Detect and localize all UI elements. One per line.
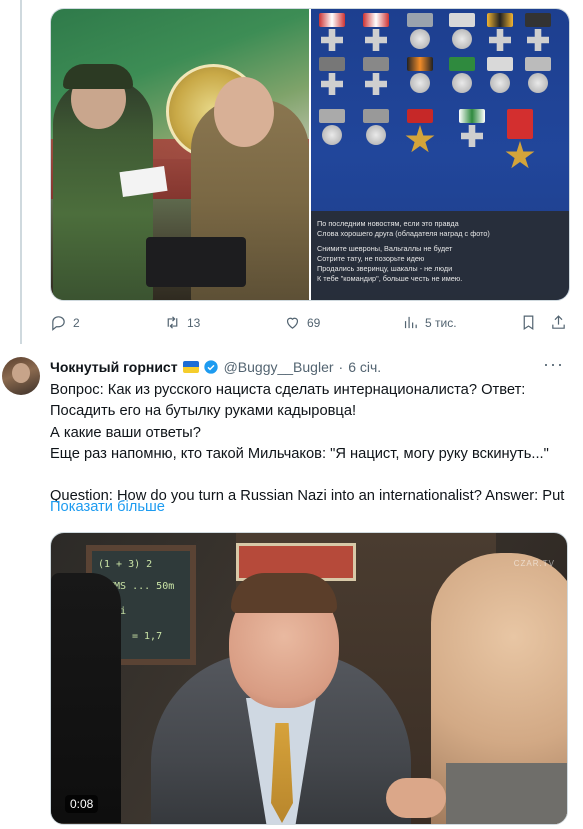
video-hand [386,778,446,818]
medal [407,57,433,93]
tweet-media-grid[interactable]: По последним новостям, если это правда С… [50,8,570,301]
tweet-text-line: Вопрос: Как из русского нациста сделать … [50,382,526,398]
tweet-video[interactable]: (1 + 3) 2 WVMS ... 50m 7 Soi = 1,7 CZAR.… [50,532,568,825]
like-button[interactable]: 69 [284,314,320,331]
like-icon [286,317,299,329]
caption-line: К тебе "командир", больше честь не имею. [317,274,463,283]
caption-line: Снимите шевроны, Вальгаллы не будет [317,244,453,253]
views-button[interactable]: 5 тис. [402,314,457,331]
views-count: 5 тис. [425,315,457,330]
video-duration: 0:08 [65,795,99,813]
ukraine-flag-icon [182,361,199,373]
medal [319,57,345,95]
person-left-cap [63,64,133,89]
video-interviewer-shoulder [446,763,567,824]
repost-icon [167,316,178,329]
gift-case [146,237,246,287]
tweet-text-line: А какие ваши ответы? [50,424,201,441]
medal [525,13,551,51]
tweet-actions: 2 13 69 5 тис. [50,314,570,334]
medal [407,13,433,49]
caption-line: Продались зверинцу, шакалы - не люди [317,264,453,273]
image-caption: По последним новостям, если это правда С… [311,211,569,300]
tweet-text-line: Еще раз напомню, кто такой Мильчаков: "Я… [50,445,549,462]
thread-line [20,0,22,344]
medal [487,57,513,93]
medals-display [311,9,569,204]
tweet-text: Вопрос: Как из русского нациста сделать … [50,380,572,508]
like-count: 69 [307,315,321,330]
caption-line: Сотрите тату, не позорьте идею [317,254,425,263]
repost-count: 13 [187,315,201,330]
tweet-header: Чокнутый горнист @Buggy__Bugler · 6 січ.… [50,355,570,377]
bookmark-icon [523,315,534,331]
medal [449,13,475,49]
share-button[interactable] [550,314,567,331]
video-man-hair [231,573,337,613]
author-name[interactable]: Чокнутый горнист [50,359,178,375]
media-photo-medals[interactable]: По последним новостям, если это правда С… [311,9,569,300]
repost-button[interactable]: 13 [164,314,200,331]
separator-dot: · [338,359,344,375]
tweet-text-line: Посадить его на бутылку руками кадыровца… [50,403,357,420]
video-watermark: CZAR.TV [513,559,555,568]
reply-count: 2 [73,315,80,330]
share-icon [552,315,565,329]
medal [487,13,513,51]
medal [319,13,345,51]
medal [363,109,389,145]
video-camera [51,573,121,823]
medal [363,13,389,51]
medal [459,109,485,147]
medal [363,57,389,95]
caption-line: Слова хорошего друга (обладателя наград … [317,229,490,238]
tweet-time[interactable]: 6 січ. [348,359,381,375]
reply-button[interactable]: 2 [50,314,80,331]
medal [449,57,475,93]
person-right-head [214,77,274,147]
author-handle[interactable]: @Buggy__Bugler [224,359,334,375]
medal [319,109,345,145]
more-icon[interactable]: ··· [543,355,564,373]
media-photo-handshake[interactable] [51,9,309,300]
verified-icon [203,360,218,374]
medal [405,109,435,155]
show-more-link[interactable]: Показати більше [50,499,165,515]
caption-line: По последним новостям, если это правда [317,219,459,228]
bookmark-button[interactable] [520,314,537,331]
reply-icon [52,316,65,331]
views-icon [404,316,417,329]
medal [525,57,551,93]
medal [505,109,535,171]
avatar[interactable] [2,357,40,395]
